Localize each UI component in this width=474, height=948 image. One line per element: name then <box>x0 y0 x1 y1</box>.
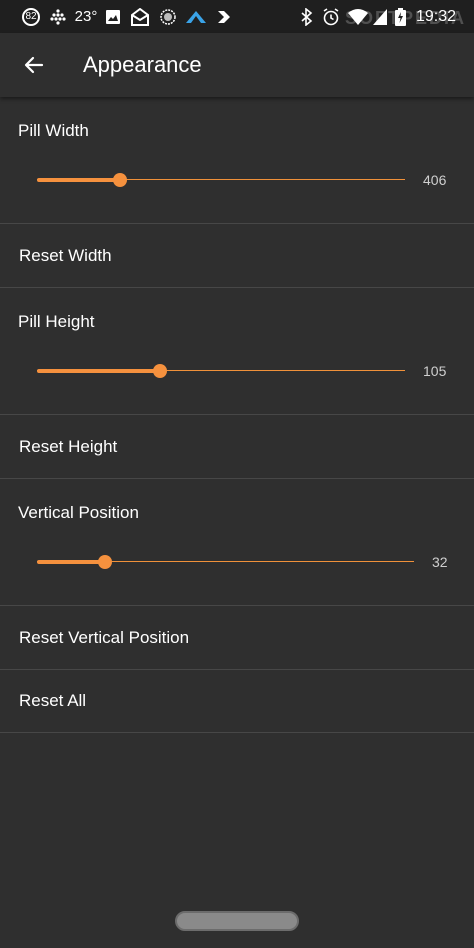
pill-width-setting: Pill Width 406 <box>0 97 474 224</box>
app-logo-icon <box>184 0 208 33</box>
slider-fill <box>37 560 105 564</box>
clock: 19:32 <box>415 7 457 25</box>
page-title: Appearance <box>83 52 202 77</box>
dots-grid-icon <box>48 0 68 33</box>
vertical-position-label: Vertical Position <box>18 503 139 522</box>
reset-vertical-position-button[interactable]: Reset Vertical Position <box>0 606 474 670</box>
alarm-icon <box>320 0 342 33</box>
reset-all-label: Reset All <box>19 691 87 710</box>
pill-height-setting: Pill Height 105 <box>0 288 474 415</box>
reset-vertical-position-label: Reset Vertical Position <box>19 628 190 647</box>
vertical-position-value: 32 <box>432 554 448 570</box>
battery-charging-icon <box>393 0 407 33</box>
vertical-position-slider[interactable] <box>37 553 414 571</box>
bluetooth-icon <box>298 0 316 33</box>
reset-width-label: Reset Width <box>19 246 112 265</box>
slider-thumb[interactable] <box>98 555 112 569</box>
wifi-icon <box>346 0 370 33</box>
reset-all-button[interactable]: Reset All <box>0 669 474 733</box>
back-button[interactable] <box>14 45 54 85</box>
notification-badge: 82 <box>20 0 42 33</box>
pill-height-value: 105 <box>423 363 447 379</box>
image-icon <box>104 0 122 33</box>
reset-height-button[interactable]: Reset Height <box>0 415 474 479</box>
pill-width-slider[interactable] <box>37 171 405 189</box>
pill-height-label: Pill Height <box>18 312 95 331</box>
back-arrow-icon <box>24 56 44 74</box>
check-flag-icon <box>214 0 234 33</box>
app-bar: Appearance <box>0 33 474 97</box>
slider-thumb[interactable] <box>113 173 127 187</box>
status-bar: 82 23° SOFTPEDIA 19:32 <box>0 0 474 33</box>
screen: 82 23° SOFTPEDIA 19:32 Appearance Pill W… <box>0 0 474 948</box>
slider-fill <box>37 369 160 373</box>
pill-height-slider[interactable] <box>37 362 405 380</box>
gesture-nav-pill[interactable] <box>175 911 299 931</box>
mail-icon <box>128 0 152 33</box>
temperature: 23° <box>74 8 98 25</box>
reset-height-label: Reset Height <box>19 437 118 456</box>
pill-width-label: Pill Width <box>18 121 89 140</box>
vertical-position-setting: Vertical Position 32 <box>0 479 474 606</box>
badge-count: 82 <box>22 7 40 26</box>
sphere-icon <box>158 0 178 33</box>
slider-thumb[interactable] <box>153 364 167 378</box>
reset-width-button[interactable]: Reset Width <box>0 224 474 288</box>
slider-fill <box>37 178 120 182</box>
signal-icon <box>372 0 388 33</box>
pill-width-value: 406 <box>423 172 447 188</box>
